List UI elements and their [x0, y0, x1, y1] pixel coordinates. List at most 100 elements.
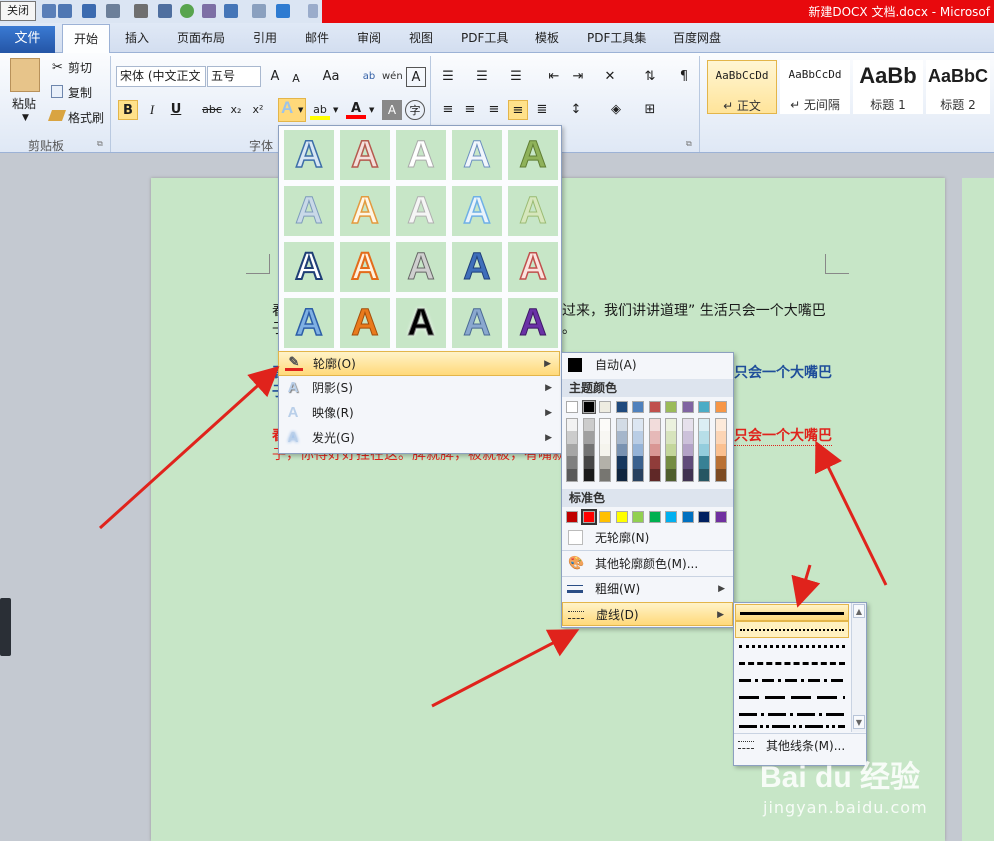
paste-button[interactable]: 粘贴 — [12, 95, 36, 112]
standard-color-swatch[interactable] — [714, 511, 727, 523]
theme-shade-swatch[interactable] — [666, 456, 676, 469]
justify-icon[interactable]: ≡ — [508, 100, 528, 120]
theme-color-shades[interactable] — [681, 418, 694, 482]
tab-review[interactable]: 审阅 — [357, 29, 381, 46]
theme-shade-swatch[interactable] — [699, 468, 709, 481]
strikethrough-button[interactable]: abc — [200, 100, 224, 120]
clear-format-icon[interactable]: ab — [359, 67, 379, 87]
show-marks-icon[interactable]: ¶ — [674, 67, 694, 87]
table-icon[interactable] — [106, 4, 120, 18]
text-effect-style-8[interactable]: A — [396, 186, 446, 236]
theme-shade-swatch[interactable] — [682, 456, 693, 469]
text-effect-style-6[interactable]: A — [284, 186, 334, 236]
text-effect-style-19[interactable]: A — [452, 298, 502, 348]
paragraph-dialog-launcher-icon[interactable]: ⧉ — [686, 139, 692, 149]
theme-shade-swatch[interactable] — [600, 456, 610, 469]
dash-square-dot[interactable] — [735, 638, 849, 655]
text-effect-style-17[interactable]: A — [340, 298, 390, 348]
char-border-icon[interactable]: A — [406, 67, 426, 87]
theme-shade-swatch[interactable] — [600, 431, 610, 444]
theme-shade-swatch[interactable] — [666, 468, 676, 481]
menu-item-glow[interactable]: A 发光(G) ▶ — [278, 426, 560, 451]
dash-dash[interactable] — [735, 655, 849, 672]
multilevel-list-icon[interactable]: ☰ — [506, 67, 526, 87]
standard-color-swatch[interactable] — [665, 511, 677, 523]
print-icon[interactable] — [158, 4, 172, 18]
theme-shade-swatch[interactable] — [616, 443, 627, 457]
theme-shade-swatch[interactable] — [583, 431, 594, 444]
text-effect-style-2[interactable]: A — [340, 130, 390, 180]
align-center-icon[interactable]: ≡ — [460, 100, 480, 120]
theme-color-swatch[interactable] — [648, 401, 661, 413]
theme-color-swatch[interactable] — [681, 401, 694, 413]
italic-button[interactable]: I — [142, 100, 162, 120]
dash-dash-dot[interactable] — [735, 672, 849, 689]
outline-weight[interactable]: 粗细(W) ▶ — [562, 577, 733, 601]
redo-icon[interactable] — [82, 4, 96, 18]
theme-shade-swatch[interactable] — [666, 419, 676, 432]
tab-view[interactable]: 视图 — [409, 29, 433, 46]
bullets-icon[interactable]: ☰ — [438, 67, 458, 87]
theme-shade-swatch[interactable] — [682, 419, 693, 432]
grow-font-button[interactable]: A — [265, 67, 285, 87]
theme-color-shades[interactable] — [615, 418, 628, 482]
standard-color-swatch[interactable] — [632, 511, 644, 523]
tab-references[interactable]: 引用 — [253, 29, 277, 46]
scroll-down-icon[interactable]: ▼ — [853, 715, 865, 729]
dash-long-dash-dot-dot[interactable] — [735, 721, 849, 733]
tab-mailings[interactable]: 邮件 — [305, 29, 329, 46]
text-effect-style-16[interactable]: A — [284, 298, 334, 348]
picture-icon[interactable] — [202, 4, 216, 18]
style-normal[interactable]: AaBbCcDd ↵ 正文 — [707, 60, 777, 114]
cut-button[interactable]: 剪切 — [68, 57, 92, 79]
standard-color-swatch[interactable] — [681, 511, 694, 523]
numbering-icon[interactable]: ☰ — [472, 67, 492, 87]
theme-color-swatch[interactable] — [665, 401, 677, 413]
change-case-button[interactable]: Aa — [318, 67, 344, 87]
scroll-up-icon[interactable]: ▲ — [853, 604, 865, 618]
outline-auto[interactable]: 自动(A) — [562, 353, 733, 377]
theme-shade-swatch[interactable] — [616, 419, 627, 432]
globe-icon[interactable] — [180, 4, 194, 18]
font-color-dropdown-icon[interactable]: ▼ — [369, 106, 374, 114]
text-effect-style-20[interactable]: A — [508, 298, 558, 348]
theme-color-shades[interactable] — [599, 418, 611, 482]
tab-pdf-toolset[interactable]: PDF工具集 — [587, 29, 646, 46]
theme-shade-swatch[interactable] — [616, 431, 627, 444]
dash-long-dash[interactable] — [735, 689, 849, 706]
theme-shade-swatch[interactable] — [583, 419, 594, 432]
bold-button[interactable]: B — [118, 100, 138, 120]
theme-shade-swatch[interactable] — [715, 431, 726, 444]
theme-color-shades[interactable] — [665, 418, 677, 482]
chinese-layout-icon[interactable]: ✕ — [600, 67, 620, 87]
format-painter-button[interactable]: 格式刷 — [68, 107, 104, 129]
theme-shade-swatch[interactable] — [649, 468, 660, 481]
style-heading-2[interactable]: AaBbC 标题 2 — [926, 60, 990, 114]
theme-shade-swatch[interactable] — [633, 431, 643, 444]
menu-item-outline[interactable]: ✎ 轮廓(O) ▶ — [278, 351, 560, 376]
theme-shade-swatch[interactable] — [649, 431, 660, 444]
dash-solid[interactable] — [735, 604, 849, 621]
text-effect-style-1[interactable]: A — [284, 130, 334, 180]
text-effect-style-11[interactable]: A — [284, 242, 334, 292]
text-effect-style-10[interactable]: A — [508, 186, 558, 236]
theme-color-swatch[interactable] — [581, 400, 596, 414]
superscript-button[interactable]: x² — [248, 100, 268, 120]
outline-dashes[interactable]: 虚线(D) ▶ — [562, 602, 733, 626]
shrink-font-button[interactable]: A — [286, 69, 306, 89]
image-icon[interactable] — [252, 4, 266, 18]
theme-shade-swatch[interactable] — [567, 456, 577, 469]
char-shading-icon[interactable]: A — [382, 100, 402, 120]
highlight-dropdown-icon[interactable]: ▼ — [333, 106, 338, 114]
menu-item-reflection[interactable]: A 映像(R) ▶ — [278, 401, 560, 426]
theme-shade-swatch[interactable] — [583, 468, 594, 481]
theme-shade-swatch[interactable] — [649, 419, 660, 432]
highlight-icon[interactable]: ab — [310, 100, 330, 120]
decrease-indent-icon[interactable]: ⇤ — [544, 67, 564, 87]
dialog-launcher-icon[interactable]: ⧉ — [97, 139, 103, 149]
menu-item-shadow[interactable]: A 阴影(S) ▶ — [278, 376, 560, 401]
text-effect-style-13[interactable]: A — [396, 242, 446, 292]
theme-shade-swatch[interactable] — [682, 431, 693, 444]
text-effect-style-18[interactable]: A — [396, 298, 446, 348]
save-icon[interactable] — [42, 4, 56, 18]
